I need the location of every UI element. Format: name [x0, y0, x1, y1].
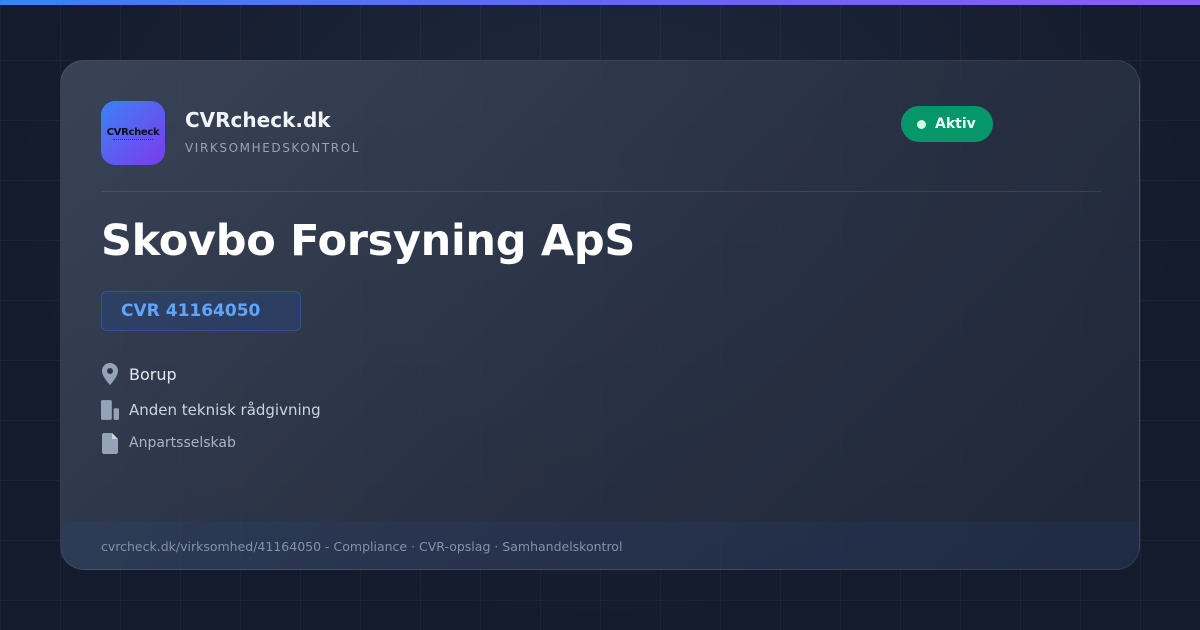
logo-underline [113, 139, 153, 141]
logo-text: CVRcheck [106, 126, 160, 138]
brand-name: CVRcheck.dk [185, 108, 331, 132]
industry-row: Anden teknisk rådgivning [101, 399, 321, 421]
legal-form-text: Anpartsselskab [129, 435, 236, 451]
building-icon [101, 399, 119, 421]
brand-subtitle: VIRKSOMHEDSKONTROL [185, 141, 361, 155]
top-accent-bar [0, 0, 1200, 5]
status-label: Aktiv [935, 116, 976, 132]
header-divider [101, 191, 1101, 192]
cvr-label: CVR [121, 301, 160, 321]
location-text: Borup [129, 364, 177, 384]
cvr-badge: CVR 41164050 [101, 291, 301, 331]
legal-form-row: Anpartsselskab [101, 432, 236, 454]
footer-text: cvrcheck.dk/virksomhed/41164050 - Compli… [101, 538, 623, 554]
map-pin-icon [101, 363, 119, 385]
document-icon [101, 432, 119, 454]
industry-text: Anden teknisk rådgivning [129, 401, 321, 419]
status-badge: Aktiv [901, 106, 993, 142]
location-row: Borup [101, 363, 177, 385]
brand-logo: CVRcheck [101, 101, 165, 165]
cvr-number: 41164050 [165, 301, 261, 321]
company-name: Skovbo Forsyning ApS [101, 216, 636, 266]
company-card: CVRcheck CVRcheck.dk VIRKSOMHEDSKONTROL … [60, 60, 1140, 570]
status-dot-icon [917, 119, 926, 129]
card-footer: cvrcheck.dk/virksomhed/41164050 - Compli… [61, 521, 1139, 569]
